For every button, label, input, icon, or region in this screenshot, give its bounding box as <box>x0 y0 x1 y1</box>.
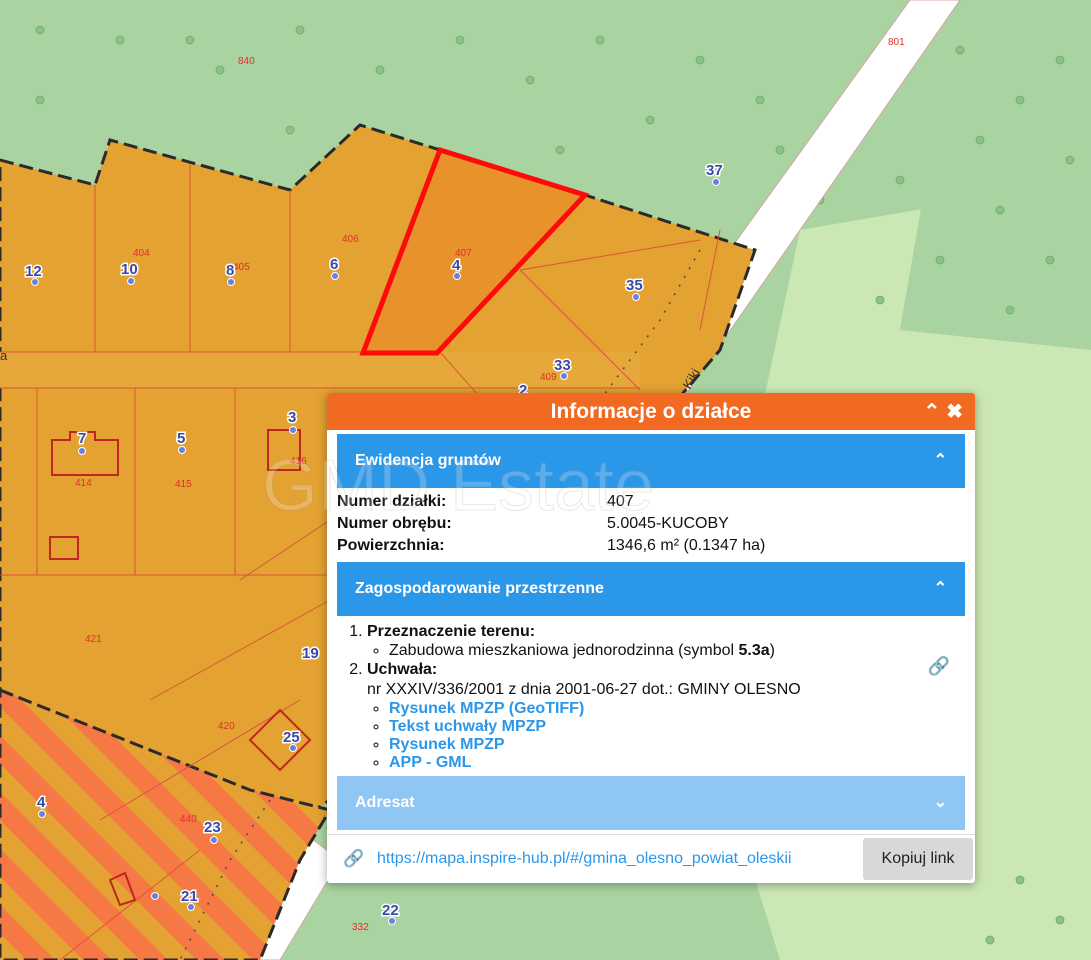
link-icon: 🔗 <box>343 849 365 868</box>
chevron-down-icon[interactable]: ⌄ <box>934 776 947 830</box>
address-number[interactable]: 25 <box>282 728 302 748</box>
section-title: Ewidencja gruntów <box>355 452 501 469</box>
address-number[interactable]: 7 <box>77 429 88 449</box>
parcel-info-popup: Informacje o działce ⌃ ✖ Ewidencja grunt… <box>327 393 975 883</box>
parcel-label: 421 <box>85 634 102 645</box>
address-number[interactable]: 4 <box>36 793 48 813</box>
item-text: Zabudowa mieszkaniowa jednorodzinna (sym… <box>389 642 739 659</box>
address-number[interactable]: 4 <box>451 256 463 276</box>
zone-symbol: 5.3a <box>738 642 770 659</box>
close-icon[interactable]: ✖ <box>946 402 963 422</box>
info-value: 407 <box>607 493 634 510</box>
info-label: Numer działki: <box>337 493 447 510</box>
parcel-label: 332 <box>352 922 369 933</box>
parcel-label: 440 <box>180 814 197 825</box>
list-item: Rysunek MPZP <box>389 736 965 754</box>
parcel-label: 414 <box>75 478 92 489</box>
address-number[interactable]: 19 <box>301 644 321 664</box>
info-label: Powierzchnia: <box>337 537 445 554</box>
info-label: Numer obrębu: <box>337 515 452 532</box>
parcel-label: 404 <box>133 248 150 259</box>
section-title: Adresat <box>355 794 415 811</box>
street-label: a <box>0 348 8 363</box>
address-number[interactable]: 12 <box>24 262 44 282</box>
link-geotiff[interactable]: Rysunek MPZP (GeoTIFF) <box>389 700 584 717</box>
chevron-up-icon[interactable]: ⌃ <box>934 434 947 488</box>
address-number[interactable]: 8 <box>225 261 236 281</box>
section-zagospodarowanie-header[interactable]: Zagospodarowanie przestrzenne ⌃ <box>337 562 965 616</box>
address-number[interactable]: 21 <box>180 887 200 907</box>
popup-title: Informacje o działce <box>550 400 752 423</box>
list-item: Rysunek MPZP (GeoTIFF) <box>389 700 965 718</box>
zagospodarowanie-content: Przeznaczenie terenu: Zabudowa mieszkani… <box>327 616 975 776</box>
link-rysunek-mpzp[interactable]: Rysunek MPZP <box>389 736 505 753</box>
address-number[interactable]: 6 <box>329 255 340 275</box>
info-row: Numer obrębu: 5.0045-KUCOBY <box>337 513 965 535</box>
list-item: Przeznaczenie terenu: Zabudowa mieszkani… <box>367 622 965 660</box>
address-number[interactable]: 37 <box>705 161 725 181</box>
collapse-icon[interactable]: ⌃ <box>923 402 940 422</box>
address-number[interactable]: 10 <box>120 260 140 280</box>
address-number[interactable]: 3 <box>287 408 298 428</box>
info-row: Powierzchnia: 1346,6 m² (0.1347 ha) <box>337 535 965 557</box>
section-title: Zagospodarowanie przestrzenne <box>355 580 604 597</box>
list-item: APP - GML <box>389 754 965 772</box>
link-tekst-uchwaly[interactable]: Tekst uchwały MPZP <box>389 718 546 735</box>
parcel-label: 416 <box>290 456 307 467</box>
address-number[interactable]: 35 <box>625 276 645 296</box>
address-number[interactable]: 5 <box>176 429 187 449</box>
link-app-gml[interactable]: APP - GML <box>389 754 471 771</box>
list-item: Uchwała: nr XXXIV/336/2001 z dnia 2001-0… <box>367 660 965 772</box>
info-row: Numer działki: 407 <box>337 491 965 513</box>
parcel-label: 801 <box>888 37 905 48</box>
parcel-label: 405 <box>233 262 250 273</box>
item-title: Przeznaczenie terenu: <box>367 623 536 640</box>
info-value: 1346,6 m² (0.1347 ha) <box>607 537 766 554</box>
popup-header: Informacje o działce ⌃ ✖ <box>327 393 975 430</box>
item-text-close: ) <box>769 642 775 659</box>
section-adresat-header[interactable]: Adresat ⌄ <box>337 776 965 830</box>
list-item: Tekst uchwały MPZP <box>389 718 965 736</box>
address-number[interactable]: 22 <box>381 901 401 921</box>
copy-link-button[interactable]: Kopiuj link <box>863 838 973 880</box>
popup-footer: 🔗 https://mapa.inspire-hub.pl/#/gmina_ol… <box>327 834 975 883</box>
parcel-label: 840 <box>238 56 255 67</box>
section-ewidencja-header[interactable]: Ewidencja gruntów ⌃ <box>337 434 965 488</box>
ewidencja-content: Numer działki: 407 Numer obrębu: 5.0045-… <box>327 488 975 557</box>
parcel-label: 406 <box>342 234 359 245</box>
link-icon[interactable]: 🔗 <box>928 656 950 677</box>
address-number[interactable]: 33 <box>553 356 573 376</box>
item-title: Uchwała: <box>367 661 438 678</box>
list-item: Zabudowa mieszkaniowa jednorodzinna (sym… <box>389 642 965 660</box>
parcel-label: 420 <box>218 721 235 732</box>
resolution-text: nr XXXIV/336/2001 z dnia 2001-06-27 dot.… <box>367 681 801 698</box>
parcel-label: 415 <box>175 479 192 490</box>
address-number[interactable]: 23 <box>203 818 223 838</box>
info-value: 5.0045-KUCOBY <box>607 515 729 532</box>
chevron-up-icon[interactable]: ⌃ <box>934 562 947 616</box>
share-url[interactable]: https://mapa.inspire-hub.pl/#/gmina_oles… <box>377 850 857 868</box>
